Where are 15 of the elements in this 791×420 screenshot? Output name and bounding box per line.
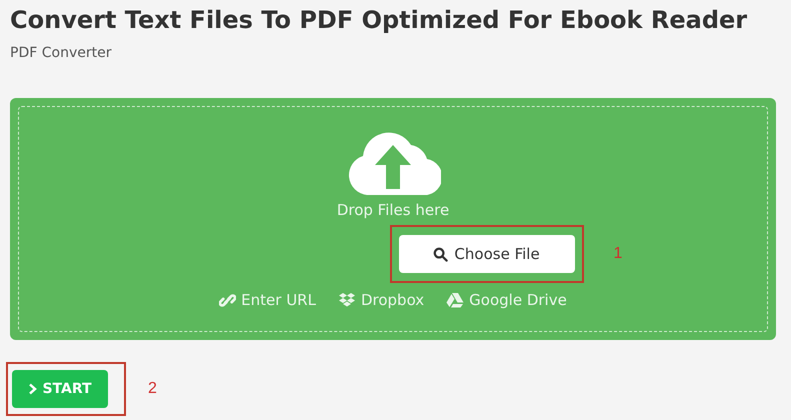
page-subtitle: PDF Converter: [10, 44, 112, 62]
choose-file-button[interactable]: Choose File: [398, 235, 575, 273]
link-icon: [219, 292, 236, 308]
annotation-number: 2: [148, 380, 157, 398]
search-icon: [433, 246, 448, 262]
page-title: Convert Text Files To PDF Optimized For Ebook Reader: [10, 5, 748, 36]
annotation-number: 1: [614, 245, 622, 263]
drive-icon: [446, 292, 464, 308]
drop-prompt: Drop Files here: [336, 201, 450, 219]
chevron-icon: [28, 383, 38, 395]
start-button[interactable]: START: [12, 370, 108, 408]
dropbox-icon: [338, 292, 356, 308]
drive-link[interactable]: Google Drive: [446, 291, 567, 309]
url-link[interactable]: Enter URL: [219, 291, 316, 309]
dropbox-link[interactable]: Dropbox: [338, 291, 424, 309]
